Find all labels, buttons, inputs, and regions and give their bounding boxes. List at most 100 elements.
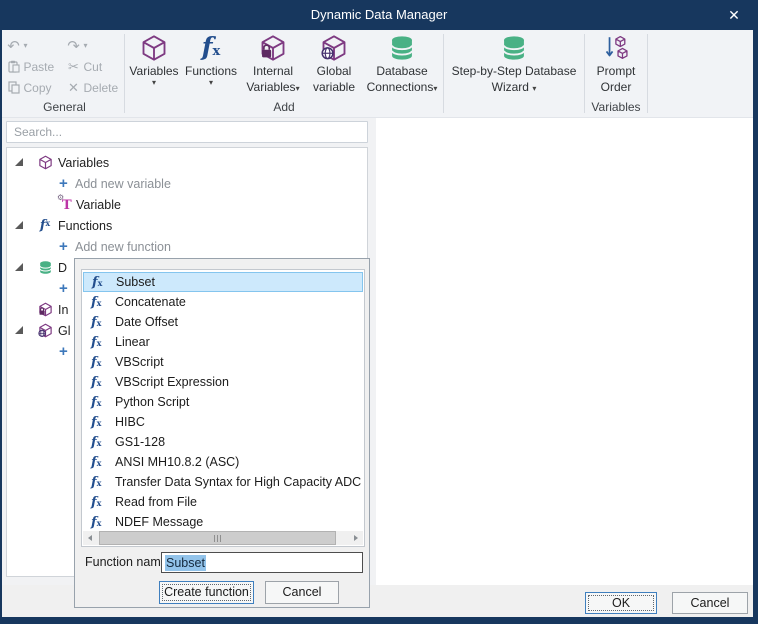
tree-item-variable[interactable]: ⚙T Variable [7,194,367,215]
ribbon-separator [443,34,444,113]
locked-cube-icon [259,34,287,62]
search-input[interactable] [7,122,367,142]
expander-icon[interactable] [15,326,24,335]
list-item[interactable]: fx Linear [83,332,363,352]
function-fx-icon: fx [91,355,107,370]
scroll-left-icon[interactable] [83,531,99,545]
function-fx-icon: fx [37,218,53,233]
function-fx-icon: fx [91,495,107,510]
function-fx-icon: fx [91,475,107,490]
prompt-order-button[interactable]: Prompt Order [587,30,645,94]
ok-button[interactable]: OK [585,592,657,614]
global-variable-button[interactable]: Global variable [306,30,362,94]
function-fx-icon: fx [91,295,107,310]
ribbon-group-add: Variables ▾ fx Functions ▾ [126,30,442,117]
dropdown-caret-icon: ▾ [296,84,300,93]
expander-icon[interactable] [15,263,24,272]
redo-button[interactable]: ↷ ▾ [67,37,123,55]
scrollbar-thumb[interactable] [99,531,336,545]
cut-button[interactable]: ✂ Cut [67,59,123,75]
text-variable-icon: ⚙T [59,197,74,213]
internal-variables-button[interactable]: Internal Variables▾ [240,30,306,95]
database-connections-button[interactable]: Database Connections▾ [362,30,442,95]
search-box [6,121,368,143]
prompt-order-icon [602,34,630,62]
function-fx-icon: fx [202,34,221,62]
function-fx-icon: fx [91,515,107,530]
list-item[interactable]: fx VBScript Expression [83,372,363,392]
expander-icon[interactable] [15,221,24,230]
tree-item-functions[interactable]: fx Functions [7,215,367,236]
create-function-button[interactable]: Create function [159,581,254,604]
close-icon[interactable]: ✕ [724,6,744,24]
ribbon-group-wizard: Step-by-Step Database Wizard ▾ [445,30,583,117]
dropdown-caret-icon: ▾ [209,78,213,87]
window-body: ↶ ▾ ↷ ▾ Paste [2,30,753,617]
list-item[interactable]: fx HIBC [83,412,363,432]
selected-text: Subset [165,555,206,571]
list-item[interactable]: fx Python Script [83,392,363,412]
cut-label: Cut [84,60,103,74]
database-icon [37,260,53,275]
copy-label: Copy [24,81,52,95]
list-item[interactable]: fx Read from File [83,492,363,512]
variables-button[interactable]: Variables ▾ [126,30,182,87]
paste-button[interactable]: Paste [7,60,67,74]
function-name-row: Function name: Subset [75,552,369,572]
delete-label: Delete [84,81,119,95]
variable-cube-icon [140,34,168,62]
dropdown-caret-icon: ▾ [532,84,536,93]
list-item[interactable]: fx NDEF Message [83,512,363,532]
copy-icon [7,81,21,94]
cut-icon: ✂ [67,59,81,75]
list-item[interactable]: fx ANSI MH10.8.2 (ASC) [83,452,363,472]
window-title: Dynamic Data Manager [0,7,758,22]
dialog-cancel-button[interactable]: Cancel [265,581,339,604]
function-type-list: fx Subset fx Concatenate fx Date Offset … [81,269,365,547]
globe-cube-icon [320,34,348,62]
locked-cube-icon [37,302,53,317]
scrollbar-grip [214,535,223,542]
function-fx-icon: fx [91,395,107,410]
horizontal-scrollbar[interactable] [83,531,363,545]
undo-icon: ↶ [7,37,21,55]
undo-button[interactable]: ↶ ▾ [7,37,67,55]
function-fx-icon: fx [92,275,108,290]
expander-icon[interactable] [15,158,24,167]
tree-item-add-new-variable[interactable]: + Add new variable [7,173,367,194]
title-bar: Dynamic Data Manager ✕ [0,0,758,30]
redo-icon: ↷ [67,37,81,55]
list-item[interactable]: fx Date Offset [83,312,363,332]
list-item-selected[interactable]: fx Subset [83,272,363,292]
cancel-button[interactable]: Cancel [672,592,748,614]
list-item[interactable]: fx Transfer Data Syntax for High Capacit… [83,472,363,492]
step-by-step-database-wizard-button[interactable]: Step-by-Step Database Wizard ▾ [446,30,582,95]
add-function-dialog: fx Subset fx Concatenate fx Date Offset … [74,258,370,608]
paste-label: Paste [24,60,55,74]
list-item[interactable]: fx VBScript [83,352,363,372]
redo-dropdown-icon[interactable]: ▾ [84,41,88,50]
globe-cube-icon [37,323,53,338]
group-label-wizard [445,99,583,117]
plus-icon: + [59,345,71,359]
function-fx-icon: fx [91,315,107,330]
functions-button[interactable]: fx Functions ▾ [182,30,240,87]
ribbon-group-general: ↶ ▾ ↷ ▾ Paste [6,30,123,117]
list-item[interactable]: fx GS1-128 [83,432,363,452]
dropdown-caret-icon: ▾ [152,78,156,87]
dynamic-data-manager-window: Dynamic Data Manager ✕ ↶ ▾ ↷ ▾ [0,0,758,624]
function-fx-icon: fx [91,455,107,470]
copy-button[interactable]: Copy [7,81,67,95]
delete-icon: ✕ [67,80,81,96]
variable-cube-icon [37,155,53,170]
list-item[interactable]: fx Concatenate [83,292,363,312]
undo-dropdown-icon[interactable]: ▾ [24,41,28,50]
group-label-general: General [6,99,123,117]
group-label-variables: Variables [586,99,646,117]
scroll-right-icon[interactable] [347,531,363,545]
tree-item-add-new-function[interactable]: + Add new function [7,236,367,257]
function-name-input[interactable]: Subset [161,552,363,573]
delete-button[interactable]: ✕ Delete [67,80,123,96]
tree-item-variables[interactable]: Variables [7,152,367,173]
dropdown-caret-icon: ▾ [433,84,437,93]
